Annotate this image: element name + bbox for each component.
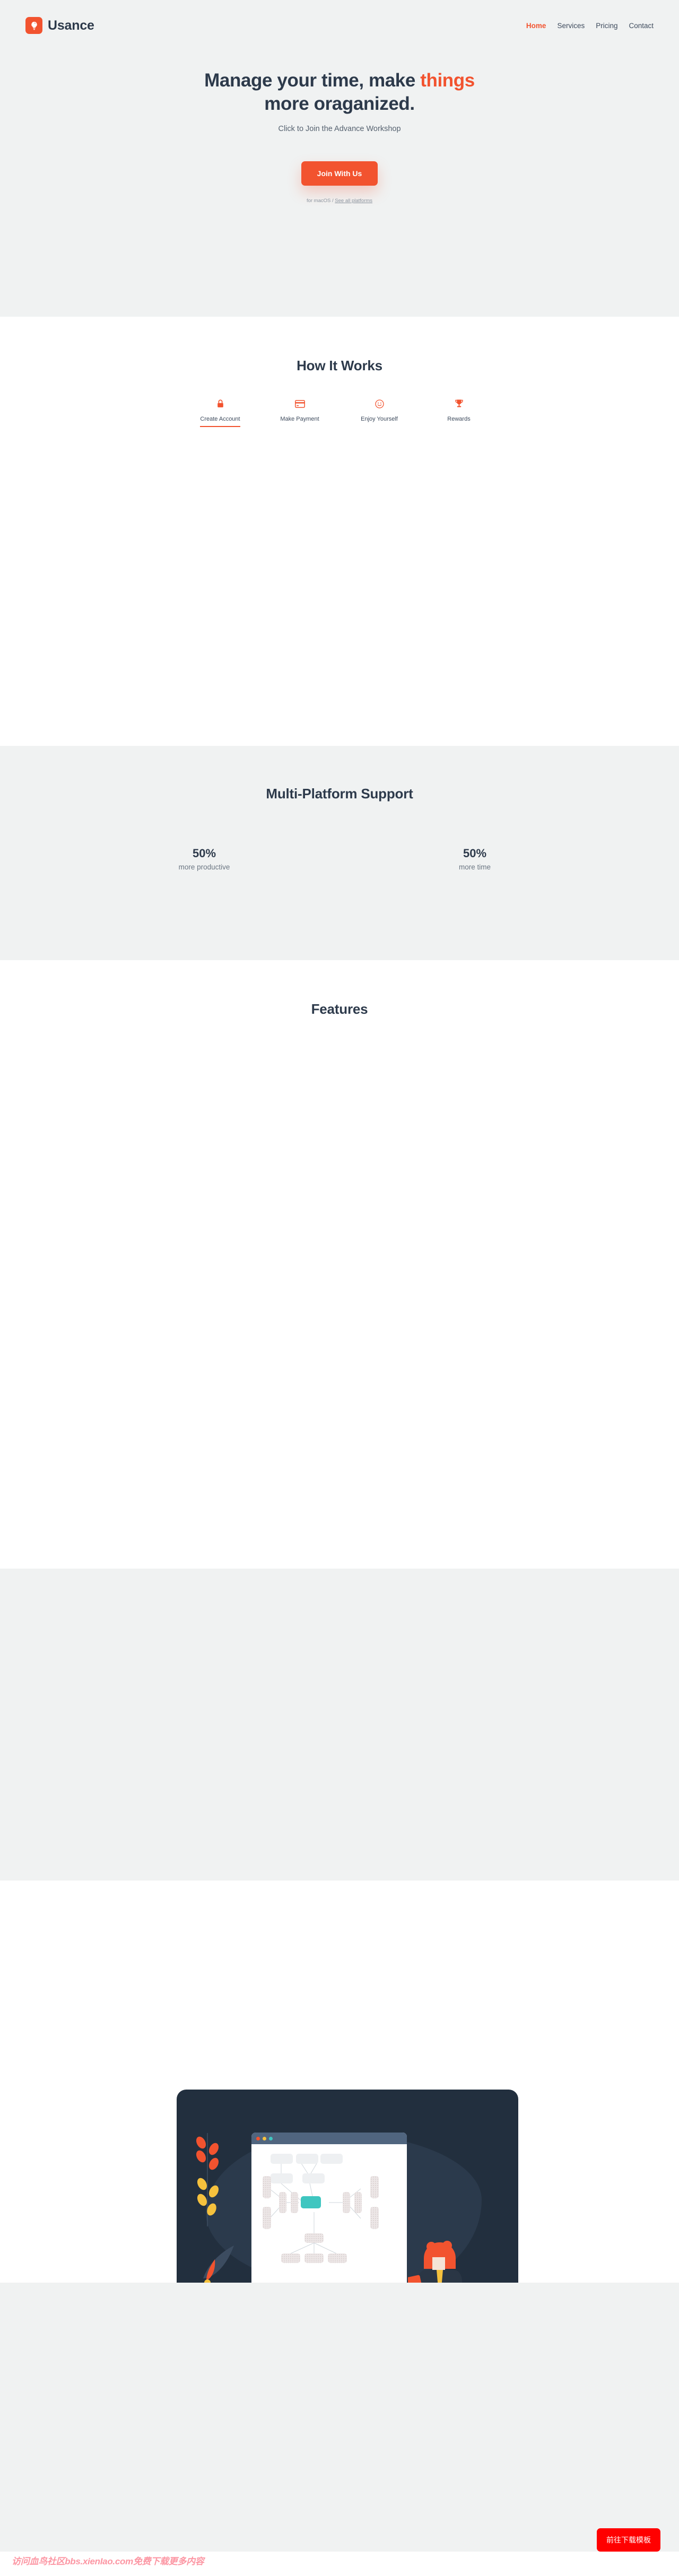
credit-card-icon bbox=[260, 397, 340, 410]
hero-subtitle: Click to Join the Advance Workshop bbox=[278, 124, 401, 133]
stat-label: more productive bbox=[178, 863, 230, 871]
nav-link-contact[interactable]: Contact bbox=[629, 22, 654, 30]
mindmap-node bbox=[291, 2192, 298, 2213]
mindmap-node bbox=[328, 2253, 347, 2263]
stat-item: 50% more productive bbox=[159, 847, 249, 871]
features-section: Features bbox=[0, 960, 679, 1569]
mindmap-node bbox=[296, 2154, 318, 2164]
step-label: Create Account bbox=[200, 416, 240, 427]
mindmap-node bbox=[302, 2173, 325, 2183]
hero-title-line1-plain: Manage your time, make bbox=[204, 70, 421, 91]
mindmap-node bbox=[271, 2173, 293, 2183]
multi-platform-stats: 50% more productive 50% more time bbox=[0, 847, 679, 871]
step-tab-make-payment[interactable]: Make Payment bbox=[260, 397, 340, 432]
lock-icon bbox=[180, 397, 260, 410]
hero-cta-wrap: Join With Us bbox=[0, 161, 679, 186]
nav-link-home[interactable]: Home bbox=[526, 22, 546, 30]
stat-label: more time bbox=[458, 863, 491, 871]
hero-title-accent: things bbox=[420, 70, 475, 91]
smiley-icon bbox=[340, 397, 419, 410]
mindmap-node bbox=[370, 2207, 379, 2229]
nav-link-services[interactable]: Services bbox=[557, 22, 585, 30]
mindmap-node bbox=[263, 2176, 271, 2198]
top-navbar: Usance Home Services Pricing Contact bbox=[0, 0, 679, 51]
site-watermark: 访问血鸟社区bbs.xienIao.com免费下载更多内容 bbox=[12, 2556, 204, 2566]
hero-section: Usance Home Services Pricing Contact Man… bbox=[0, 0, 679, 317]
hero-title: Manage your time, make things more oraga… bbox=[0, 69, 679, 116]
tablet-illustration bbox=[177, 2090, 518, 2283]
lightbulb-icon bbox=[25, 17, 42, 34]
mindmap-node bbox=[263, 2207, 271, 2229]
mindmap-node bbox=[320, 2154, 343, 2164]
step-tab-enjoy-yourself[interactable]: Enjoy Yourself bbox=[340, 397, 419, 432]
window-maximize-dot bbox=[269, 2136, 273, 2140]
step-label: Make Payment bbox=[280, 416, 319, 422]
showcase-section bbox=[0, 1881, 679, 2283]
mindmap-node bbox=[304, 2233, 324, 2243]
step-label: Enjoy Yourself bbox=[361, 416, 398, 422]
how-it-works-title: How It Works bbox=[297, 358, 382, 373]
step-label: Rewards bbox=[447, 416, 471, 422]
platform-note: for macOS / See all platforms bbox=[0, 198, 679, 204]
step-tab-rewards[interactable]: Rewards bbox=[419, 397, 499, 432]
brand-logo-group[interactable]: Usance bbox=[25, 17, 94, 34]
mindmap-center-node bbox=[301, 2196, 321, 2208]
download-template-button[interactable]: 前往下载模板 bbox=[597, 2528, 660, 2552]
trophy-icon bbox=[419, 397, 499, 410]
how-it-works-steps: Create Account Make Payment Enjoy Yourse… bbox=[0, 397, 679, 432]
mindmap-node bbox=[343, 2192, 350, 2213]
window-close-dot bbox=[256, 2136, 260, 2140]
secondary-gray-band bbox=[0, 1569, 679, 1881]
nav-link-pricing[interactable]: Pricing bbox=[596, 22, 617, 30]
window-title-bar bbox=[251, 2133, 407, 2144]
mindmap-canvas bbox=[251, 2144, 407, 2283]
mindmap-node bbox=[271, 2154, 293, 2164]
stat-item: 50% more time bbox=[430, 847, 520, 871]
mindmap-node bbox=[279, 2192, 286, 2213]
landing-page: Usance Home Services Pricing Contact Man… bbox=[0, 0, 679, 2576]
mindmap-node bbox=[354, 2192, 362, 2213]
flower-sprig-icon bbox=[196, 2133, 219, 2226]
mindmap-node bbox=[304, 2253, 324, 2263]
app-window-mockup bbox=[251, 2133, 407, 2283]
hero-content: Manage your time, make things more oraga… bbox=[0, 69, 679, 204]
multi-platform-section: Multi-Platform Support 50% more producti… bbox=[0, 746, 679, 960]
see-all-platforms-link[interactable]: See all platforms bbox=[335, 198, 372, 204]
multi-platform-title: Multi-Platform Support bbox=[266, 786, 413, 802]
window-minimize-dot bbox=[263, 2136, 266, 2140]
person-illustration bbox=[408, 2241, 462, 2283]
features-title: Features bbox=[311, 1001, 368, 1017]
stat-value: 50% bbox=[192, 847, 216, 860]
how-it-works-section: How It Works Create Account Make Payment… bbox=[0, 317, 679, 746]
footer-band bbox=[0, 2283, 679, 2552]
mindmap-node bbox=[281, 2253, 300, 2263]
step-tab-create-account[interactable]: Create Account bbox=[180, 397, 260, 432]
platform-note-text: for macOS / bbox=[306, 197, 335, 204]
brand-name: Usance bbox=[48, 18, 94, 33]
join-with-us-button[interactable]: Join With Us bbox=[301, 161, 378, 186]
mindmap-node bbox=[370, 2176, 379, 2198]
hero-title-line2: more oraganized. bbox=[264, 93, 415, 115]
nav-links: Home Services Pricing Contact bbox=[526, 22, 654, 30]
stat-value: 50% bbox=[463, 847, 487, 860]
feather-icon bbox=[203, 2246, 234, 2283]
